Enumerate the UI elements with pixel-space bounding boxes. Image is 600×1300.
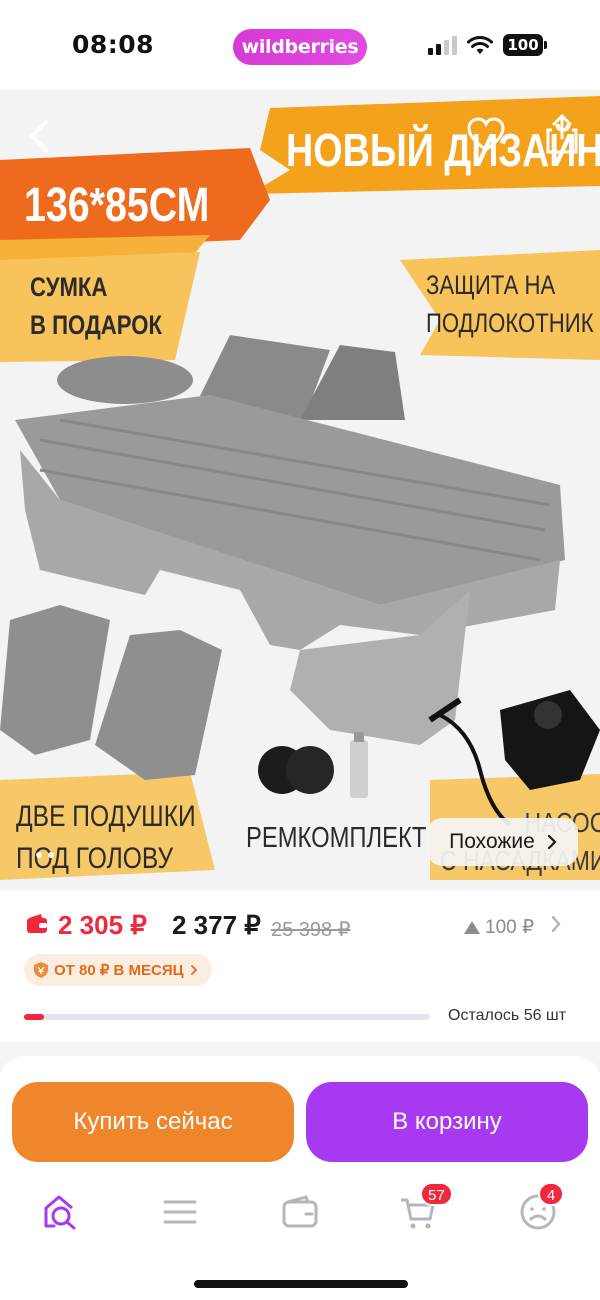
similar-label: Похожие [449, 830, 535, 853]
status-bar: 08:08 wildberries 100 [0, 0, 600, 90]
image-size-label: 136*85СМ [24, 179, 210, 232]
image-protect-label: ЗАЩИТА НА ПОДЛОКОТНИК [426, 270, 594, 338]
add-to-cart-button[interactable]: В корзину [306, 1082, 588, 1162]
cart-count-badge: 57 [420, 1182, 453, 1206]
battery-icon: 100 [503, 34, 547, 56]
menu-icon [163, 1200, 197, 1224]
heart-icon[interactable] [466, 116, 506, 156]
image-repair-label: РЕМКОМПЛЕКТ [246, 822, 427, 854]
chevron-right-icon [547, 834, 557, 850]
tab-wallet[interactable] [280, 1192, 324, 1236]
tab-profile[interactable]: 4 [518, 1182, 564, 1236]
tab-cart[interactable]: 57 [398, 1182, 453, 1236]
image-pillows-label: ДВЕ ПОДУШКИ ПОД ГОЛОВУ [16, 800, 196, 875]
bonus-value: 100 ₽ [485, 917, 535, 938]
stock-progress-fill [24, 1014, 45, 1020]
image-pager-dots [36, 852, 54, 858]
profile-count-badge: 4 [538, 1182, 564, 1206]
image-bag-label: СУМКА В ПОДАРОК [30, 272, 162, 340]
current-price: 2 377 ₽ [172, 910, 261, 940]
status-icons: 100 [428, 30, 547, 60]
status-time: 08:08 [72, 30, 155, 59]
stock-remaining: Осталось 56 шт [448, 1007, 567, 1024]
chevron-right-icon [190, 965, 197, 975]
brand-pill: wildberries [233, 29, 367, 65]
buy-now-button[interactable]: Купить сейчас [12, 1082, 294, 1162]
share-icon[interactable] [544, 112, 580, 156]
installment-text: ОТ 80 ₽ В МЕСЯЦ [54, 962, 184, 979]
wallet-icon [27, 914, 47, 933]
stock-progress-bar [24, 1014, 430, 1020]
similar-button[interactable]: Похожие [428, 818, 578, 866]
shield-icon [34, 962, 48, 978]
tab-catalog[interactable] [160, 1192, 204, 1236]
wifi-icon [467, 36, 493, 54]
cellular-signal-icon [428, 35, 457, 55]
triangle-up-icon [464, 921, 480, 934]
back-chevron-icon[interactable] [22, 116, 58, 156]
price-card: 2 305 ₽ 2 377 ₽ 25 398 ₽ 100 ₽ ОТ 80 ₽ В… [0, 890, 600, 1042]
installment-badge[interactable]: ОТ 80 ₽ В МЕСЯЦ [24, 954, 212, 986]
wallet-icon [282, 1195, 318, 1228]
chevron-right-icon[interactable] [550, 914, 562, 934]
product-image[interactable]: НОВЫЙ ДИЗАЙН 136*85СМ СУМКА В ПОДАРОК ЗА… [0, 90, 600, 890]
home-indicator [194, 1280, 408, 1288]
tab-home[interactable] [40, 1192, 84, 1236]
old-price: 25 398 ₽ [271, 919, 351, 941]
home-search-icon [44, 1195, 76, 1230]
bonus-points[interactable]: 100 ₽ [464, 916, 534, 939]
wallet-price: 2 305 ₽ [58, 910, 147, 940]
